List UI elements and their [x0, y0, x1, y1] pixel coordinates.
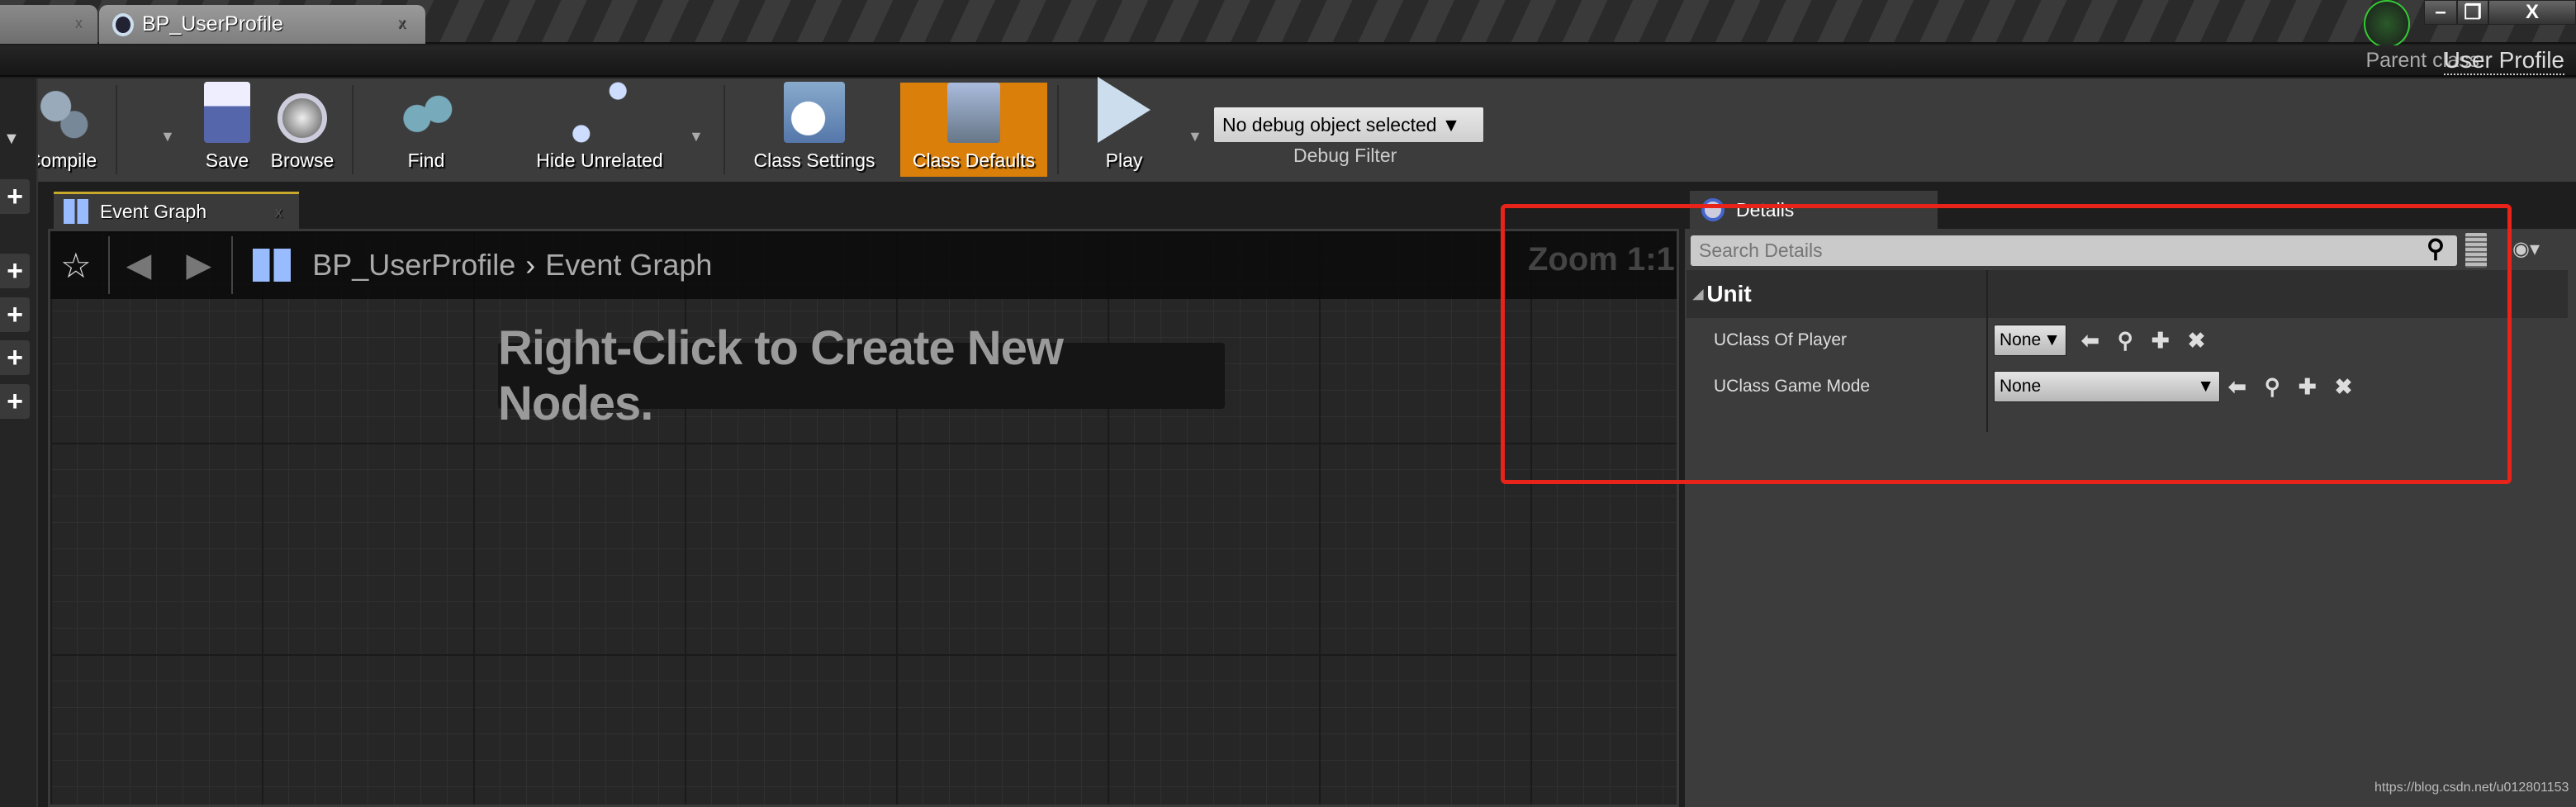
add-button[interactable]: +: [0, 254, 30, 288]
debug-object-value: No debug object selected: [1222, 113, 1437, 135]
play-button[interactable]: Play: [1079, 77, 1169, 182]
tab-event-graph[interactable]: Event Graph x: [54, 192, 299, 229]
debug-object-dropdown[interactable]: No debug object selected ▼: [1214, 107, 1483, 142]
minimize-button[interactable]: –: [2424, 0, 2457, 25]
save-button[interactable]: Save: [198, 78, 256, 182]
parent-class-link[interactable]: User Profile: [2443, 47, 2564, 75]
close-icon[interactable]: x: [398, 15, 406, 32]
document-tab-bp-userprofile[interactable]: BP_UserProfile x: [99, 5, 425, 44]
graduation-cap-icon[interactable]: [2364, 0, 2410, 48]
class-settings-button[interactable]: Class Settings: [740, 78, 889, 182]
save-label: Save: [205, 150, 249, 171]
graph-icon: [253, 249, 292, 282]
hide-unrelated-button[interactable]: Hide Unrelated: [509, 78, 690, 182]
hide-unrelated-label: Hide Unrelated: [536, 150, 663, 171]
breadcrumb-graph[interactable]: Event Graph: [545, 248, 712, 282]
browse-button[interactable]: Browse: [261, 78, 344, 182]
annotation-highlight-box: [1501, 204, 2512, 484]
class-defaults-button[interactable]: Class Defaults: [900, 83, 1047, 177]
play-icon: [1098, 77, 1150, 143]
star-icon[interactable]: ☆: [60, 245, 92, 286]
blueprint-icon: [112, 12, 134, 36]
graph-icon: [64, 199, 88, 224]
add-button[interactable]: +: [0, 340, 30, 375]
add-button[interactable]: +: [0, 384, 30, 419]
node-wire-icon: [569, 82, 630, 143]
class-defaults-checklist-icon: [947, 83, 1000, 143]
restore-button[interactable]: ❐: [2457, 0, 2488, 25]
play-options-dropdown[interactable]: ▼: [1188, 128, 1203, 145]
binoculars-icon: [396, 82, 457, 143]
chevron-down-icon: ▼: [1441, 113, 1461, 135]
close-icon[interactable]: x: [75, 15, 83, 32]
tab-label: Event Graph: [100, 200, 207, 222]
browse-label: Browse: [270, 150, 334, 171]
floppy-disk-icon: [204, 82, 250, 143]
close-icon[interactable]: x: [275, 204, 282, 221]
menu-bar: Parent class: User Profile: [0, 45, 2576, 77]
event-graph-canvas[interactable]: [48, 229, 1679, 807]
find-button[interactable]: Find: [385, 78, 467, 182]
find-label: Find: [407, 150, 445, 171]
play-label: Play: [1105, 150, 1143, 171]
back-arrow-icon[interactable]: ◀: [126, 246, 152, 284]
hide-unrelated-dropdown[interactable]: ▼: [689, 128, 704, 145]
compile-gears-icon: [31, 82, 93, 143]
eye-view-options-icon[interactable]: ◉▾: [2512, 237, 2540, 261]
class-settings-gear-icon: [784, 82, 845, 143]
magnifier-icon: [278, 93, 327, 143]
debug-filter-label: Debug Filter: [1293, 145, 1397, 166]
compile-options-dropdown[interactable]: ▼: [160, 128, 175, 145]
forward-arrow-icon[interactable]: ▶: [186, 246, 211, 284]
close-window-button[interactable]: X: [2488, 0, 2576, 25]
class-defaults-label: Class Defaults: [912, 150, 1036, 171]
empty-graph-hint: Right-Click to Create New Nodes.: [498, 321, 1225, 430]
graph-breadcrumb-bar: ☆ ◀ ▶ BP_UserProfile › Event Graph: [50, 231, 1677, 299]
chevron-down-icon[interactable]: ▼: [3, 130, 20, 149]
breadcrumb-separator: ›: [525, 248, 536, 282]
tab-label: BP_UserProfile: [142, 12, 283, 36]
add-button[interactable]: +: [0, 297, 30, 332]
class-settings-label: Class Settings: [753, 150, 875, 171]
breadcrumb-blueprint[interactable]: BP_UserProfile: [312, 248, 515, 282]
watermark: https://blog.csdn.net/u012801153: [2374, 781, 2569, 795]
add-button[interactable]: +: [0, 179, 30, 214]
document-tab-other[interactable]: x: [0, 5, 97, 44]
